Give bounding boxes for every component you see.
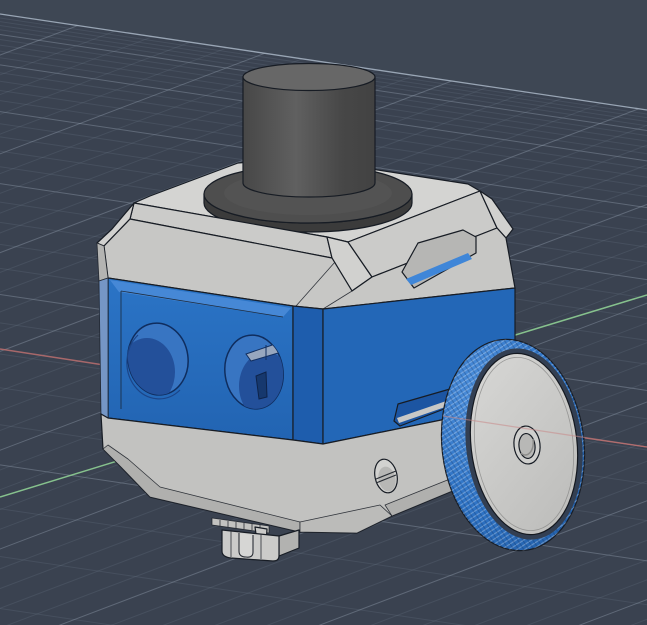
left-strip-blue bbox=[98, 277, 109, 419]
knob-cylinder-side bbox=[242, 76, 376, 198]
thumbwheel[interactable] bbox=[430, 330, 600, 560]
viewport-3d[interactable] bbox=[0, 0, 647, 625]
knob-cylinder[interactable] bbox=[242, 62, 376, 198]
knob-cylinder-top bbox=[242, 62, 376, 92]
blue-corner-chamfer bbox=[292, 305, 324, 445]
connector-channel bbox=[238, 533, 254, 558]
